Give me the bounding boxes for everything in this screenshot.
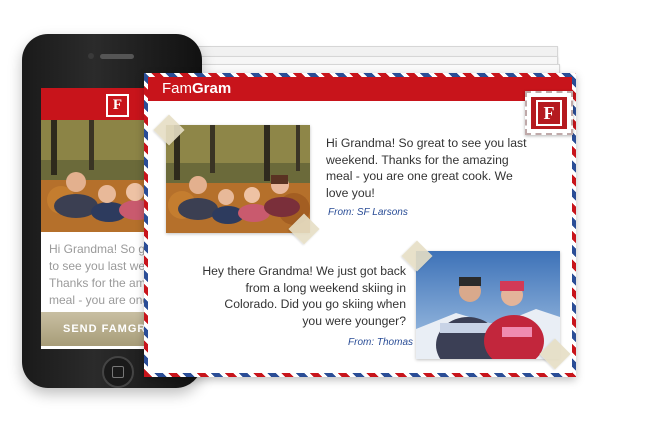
famgram-logo-icon: F <box>106 94 129 117</box>
post-1-message: Hi Grandma! So great to see you last wee… <box>326 136 527 200</box>
postcard-brand-title: FamGram <box>162 80 232 97</box>
post-2-message: Hey there Grandma! We just got back from… <box>202 264 406 328</box>
post-2-sender: From: Thomas <box>348 337 414 348</box>
phone-camera <box>88 53 94 59</box>
post-1-sender: From: SF Larsons <box>328 207 408 218</box>
famgram-stamp-icon: F <box>525 91 573 135</box>
post-2-ski-photo <box>416 251 560 359</box>
famgram-postcard: FamGram F Hi Grandma! So great to see yo… <box>144 73 576 377</box>
postcard-header: FamGram <box>148 77 572 101</box>
post-1-family-photo <box>166 125 310 233</box>
phone-speaker <box>100 54 134 59</box>
phone-home-button[interactable] <box>102 356 134 388</box>
stamp-letter: F <box>536 100 562 126</box>
